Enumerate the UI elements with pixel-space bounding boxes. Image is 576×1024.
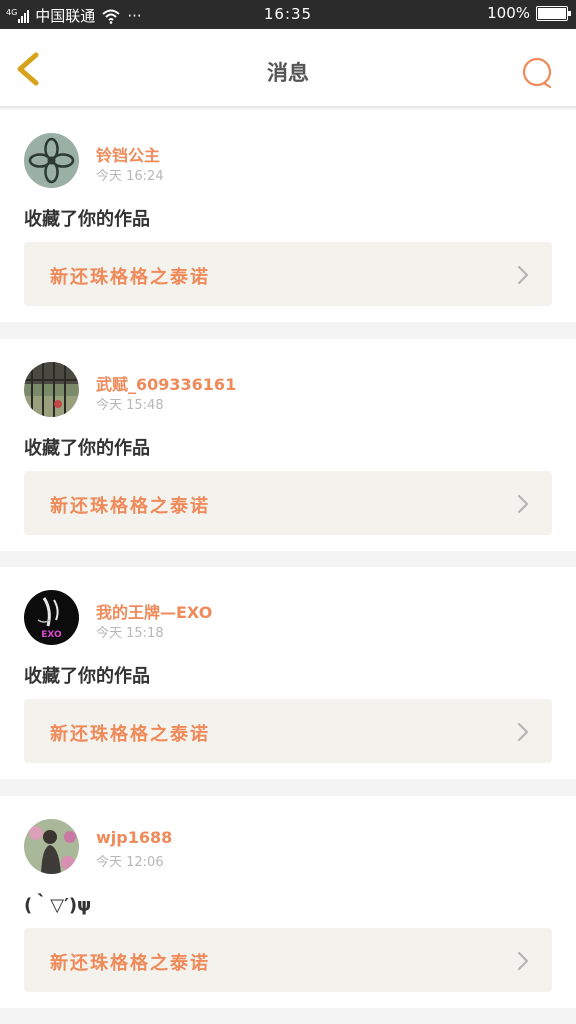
chevron-right-icon [517,722,529,742]
avatar[interactable] [24,362,79,417]
work-link[interactable]: 新还珠格格之泰诺 [24,699,552,763]
search-icon [522,57,552,89]
page-title: 消息 [267,61,309,85]
nav-bar: 消息 [0,29,576,108]
message-time: 今天 12:06 [96,855,164,870]
battery-percent: 100% [487,4,530,22]
search-button[interactable] [520,55,556,91]
work-link[interactable]: 新还珠格格之泰诺 [24,928,552,992]
chevron-right-icon [517,265,529,285]
message-text: 收藏了你的作品 [24,666,150,687]
message-text: (｀▽′)ψ [24,895,92,916]
username[interactable]: 铃铛公主 [96,142,160,166]
message-time: 今天 15:48 [96,398,164,413]
message-card: EXO 我的王牌—EXO 今天 15:18 收藏了你的作品 新还珠格格之泰诺 [0,567,576,779]
work-title: 新还珠格格之泰诺 [50,953,210,974]
avatar[interactable] [24,819,79,874]
username[interactable]: 武赋_609336161 [96,371,236,395]
battery-icon [536,5,571,21]
avatar[interactable] [24,133,79,188]
work-link[interactable]: 新还珠格格之泰诺 [24,471,552,535]
message-time: 今天 16:24 [96,169,164,184]
username[interactable]: 我的王牌—EXO [96,599,212,623]
work-title: 新还珠格格之泰诺 [50,724,210,745]
username[interactable]: wjp1688 [96,828,172,847]
message-time: 今天 15:18 [96,626,164,641]
avatar[interactable]: EXO [24,590,79,645]
message-card: 铃铛公主 今天 16:24 收藏了你的作品 新还珠格格之泰诺 [0,110,576,322]
avatar-logo-text: EXO [41,630,62,640]
chevron-right-icon [517,494,529,514]
work-title: 新还珠格格之泰诺 [50,496,210,517]
message-card: 武赋_609336161 今天 15:48 收藏了你的作品 新还珠格格之泰诺 [0,339,576,551]
status-bar: 4G 中国联通 ··· 16:35 100% [0,0,576,29]
message-text: 收藏了你的作品 [24,209,150,230]
message-card: wjp1688 今天 12:06 (｀▽′)ψ 新还珠格格之泰诺 [0,796,576,1008]
work-title: 新还珠格格之泰诺 [50,267,210,288]
work-link[interactable]: 新还珠格格之泰诺 [24,242,552,306]
chevron-right-icon [517,951,529,971]
message-text: 收藏了你的作品 [24,438,150,459]
battery-fill [538,7,566,19]
